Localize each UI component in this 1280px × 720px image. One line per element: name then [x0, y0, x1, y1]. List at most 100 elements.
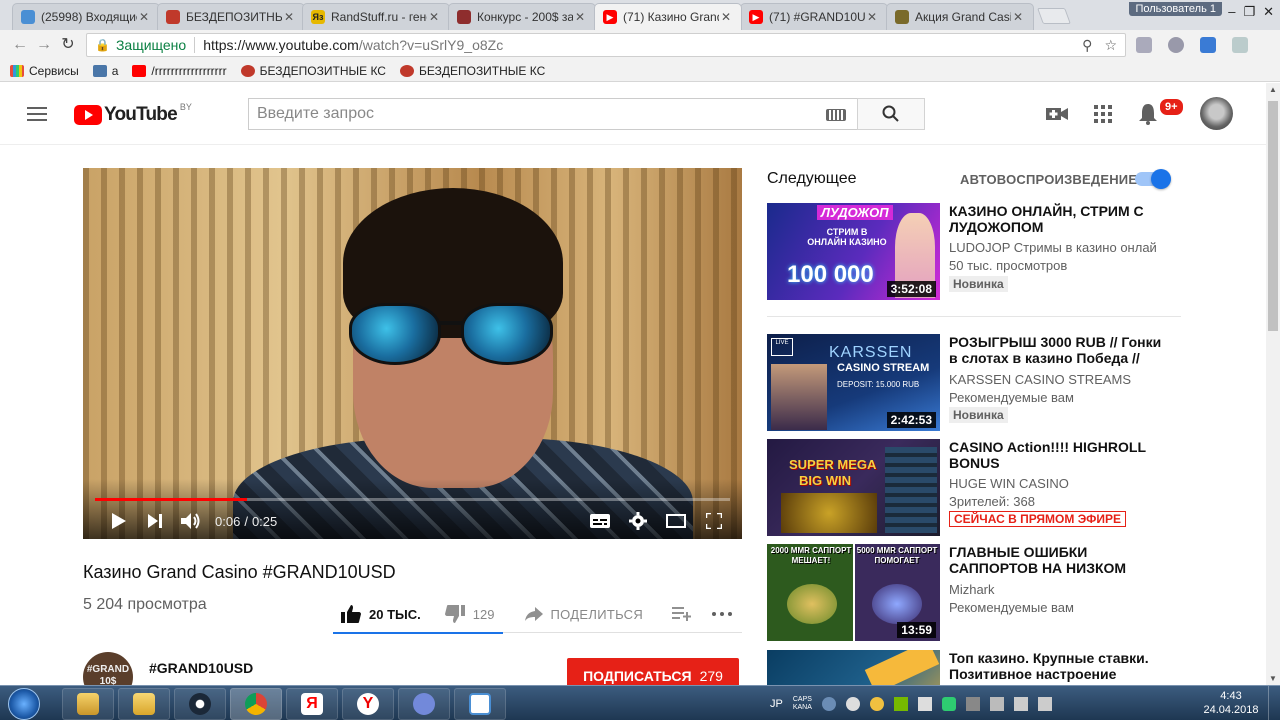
video-thumbnail[interactable]: 2000 MMR САППОРТ МЕШАЕТ! 5000 MMR САППОР…: [767, 544, 940, 641]
recommended-video[interactable]: ЛУДОЖОП СТРИМ В ОНЛАЙН КАЗИНО 100 000 3:…: [767, 203, 1187, 301]
video-title[interactable]: ГЛАВНЫЕ ОШИБКИ САППОРТОВ НА НИЗКОМ: [949, 544, 1164, 576]
address-bar[interactable]: 🔒 Защищено https://www.youtube.com /watc…: [86, 33, 1126, 57]
minimize-icon[interactable]: –: [1228, 4, 1235, 20]
video-title[interactable]: РОЗЫГРЫШ 3000 RUB // Гонки в слотах в ка…: [949, 334, 1164, 366]
language-indicator[interactable]: JP: [770, 698, 783, 710]
tray-icon[interactable]: [965, 696, 980, 711]
play-icon[interactable]: [101, 506, 137, 536]
bookmark-star-icon[interactable]: ☆: [1104, 37, 1117, 54]
new-tab-button[interactable]: [1037, 8, 1071, 24]
video-thumbnail[interactable]: [767, 650, 940, 685]
taskbar-app[interactable]: [62, 688, 114, 720]
maximize-icon[interactable]: ❐: [1243, 4, 1255, 20]
share-button[interactable]: ПОДЕЛИТЬСЯ: [524, 607, 673, 622]
help-icon[interactable]: [845, 696, 860, 711]
tray-icon[interactable]: [869, 696, 884, 711]
scroll-down-icon[interactable]: ▼: [1269, 674, 1277, 683]
video-thumbnail[interactable]: SUPER MEGA BIG WIN: [767, 439, 940, 536]
tray-icon[interactable]: [917, 696, 932, 711]
dislike-button[interactable]: 129: [444, 605, 525, 623]
channel-name[interactable]: KARSSEN CASINO STREAMS: [949, 372, 1159, 387]
extension-icon[interactable]: [1136, 37, 1152, 53]
channel-name[interactable]: Mizhark: [949, 582, 1159, 597]
video-thumbnail[interactable]: ЛУДОЖОП СТРИМ В ОНЛАЙН КАЗИНО 100 000 3:…: [767, 203, 940, 300]
close-tab-icon[interactable]: ✕: [427, 10, 441, 24]
video-title[interactable]: CASINO Action!!!! HIGHROLL BONUS: [949, 439, 1164, 471]
zoom-icon[interactable]: ⚲: [1082, 37, 1092, 54]
menu-icon[interactable]: [27, 107, 47, 121]
recommended-video[interactable]: Топ казино. Крупные ставки. Позитивное н…: [767, 650, 1187, 685]
autoplay-toggle[interactable]: [1135, 169, 1171, 189]
tray-icon[interactable]: [989, 696, 1004, 711]
taskbar-app[interactable]: Y: [342, 688, 394, 720]
tray-icon[interactable]: [941, 696, 956, 711]
bookmark-item[interactable]: /rrrrrrrrrrrrrrrrrr: [132, 64, 227, 78]
more-actions-icon[interactable]: [712, 612, 742, 616]
like-button[interactable]: 20 ТЫС.: [333, 605, 445, 623]
browser-tab[interactable]: ▶ (71) #GRAND10U ✕: [740, 3, 888, 30]
video-thumbnail[interactable]: LIVE KARSSEN CASINO STREAM DEPOSIT: 15.0…: [767, 334, 940, 431]
video-player[interactable]: 0:06/0:25: [83, 168, 742, 539]
progress-bar[interactable]: [95, 498, 730, 501]
start-button[interactable]: [8, 688, 40, 720]
channel-name[interactable]: #GRAND10USD: [149, 660, 253, 676]
close-tab-icon[interactable]: ✕: [282, 10, 296, 24]
forward-icon[interactable]: →: [34, 35, 54, 55]
show-desktop-button[interactable]: [1268, 686, 1280, 720]
nvidia-icon[interactable]: [893, 696, 908, 711]
browser-tab-active[interactable]: ▶ (71) Казино Grand ✕: [594, 3, 742, 30]
taskbar-app[interactable]: [454, 688, 506, 720]
shield-icon[interactable]: [1200, 37, 1216, 53]
channel-name[interactable]: LUDOJOP Стримы в казино онлай: [949, 240, 1159, 255]
page-scrollbar[interactable]: ▲ ▼: [1266, 83, 1280, 685]
browser-tab[interactable]: Акция Grand Casi ✕: [886, 3, 1034, 30]
video-title[interactable]: КАЗИНО ОНЛАЙН, СТРИМ С ЛУДОЖОПОМ: [949, 203, 1164, 235]
next-icon[interactable]: [137, 506, 173, 536]
close-tab-icon[interactable]: ✕: [865, 10, 879, 24]
user-avatar[interactable]: [1200, 97, 1233, 130]
bookmark-item[interactable]: a: [92, 64, 118, 78]
tray-icon[interactable]: [821, 696, 836, 711]
scroll-thumb[interactable]: [1268, 101, 1278, 331]
search-input[interactable]: [249, 105, 809, 123]
close-tab-icon[interactable]: ✕: [137, 10, 151, 24]
video-title[interactable]: Топ казино. Крупные ставки. Позитивное н…: [949, 650, 1164, 682]
recommended-video[interactable]: LIVE KARSSEN CASINO STREAM DEPOSIT: 15.0…: [767, 334, 1187, 432]
browser-tab[interactable]: БЕЗДЕПОЗИТНЫЕ ✕: [157, 3, 305, 30]
taskbar-app[interactable]: [118, 688, 170, 720]
recommended-video[interactable]: 2000 MMR САППОРТ МЕШАЕТ! 5000 MMR САППОР…: [767, 544, 1187, 642]
extension-shield-icon[interactable]: [1232, 37, 1248, 53]
recommended-video[interactable]: SUPER MEGA BIG WIN CASINO Action!!!! HIG…: [767, 439, 1187, 537]
channel-name[interactable]: HUGE WIN CASINO: [949, 476, 1159, 491]
browser-tab[interactable]: Конкурс - 200$ за ✕: [448, 3, 596, 30]
volume-icon[interactable]: [173, 506, 209, 536]
bookmark-item[interactable]: БЕЗДЕПОЗИТНЫЕ КС: [399, 64, 545, 78]
taskbar-app-active[interactable]: [230, 688, 282, 720]
taskbar-app[interactable]: [398, 688, 450, 720]
taskbar-app[interactable]: Я: [286, 688, 338, 720]
upload-video-icon[interactable]: [1046, 106, 1068, 122]
bookmark-item[interactable]: Сервисы: [10, 64, 79, 78]
ime-indicator[interactable]: CAPS KANA: [793, 696, 812, 712]
youtube-logo[interactable]: YouTube BY: [74, 102, 192, 126]
notifications-bell-icon[interactable]: [1138, 103, 1158, 125]
apps-grid-icon[interactable]: [1094, 105, 1112, 123]
network-icon[interactable]: [1013, 696, 1028, 711]
settings-gear-icon[interactable]: [620, 506, 656, 536]
bookmark-item[interactable]: БЕЗДЕПОЗИТНЫЕ КС: [240, 64, 386, 78]
fullscreen-icon[interactable]: [696, 506, 732, 536]
close-tab-icon[interactable]: ✕: [719, 10, 733, 24]
globe-icon[interactable]: [1168, 37, 1184, 53]
search-button[interactable]: [857, 98, 925, 130]
browser-tab[interactable]: Яз RandStuff.ru - гене ✕: [302, 3, 450, 30]
volume-tray-icon[interactable]: [1037, 696, 1052, 711]
keyboard-icon[interactable]: [826, 109, 846, 121]
back-icon[interactable]: ←: [10, 35, 30, 55]
close-tab-icon[interactable]: ✕: [1011, 10, 1025, 24]
subtitles-icon[interactable]: [582, 506, 618, 536]
reload-icon[interactable]: ↻: [58, 35, 78, 55]
profile-badge[interactable]: Пользователь 1: [1129, 2, 1222, 16]
close-tab-icon[interactable]: ✕: [573, 10, 587, 24]
taskbar-app[interactable]: [174, 688, 226, 720]
scroll-up-icon[interactable]: ▲: [1269, 85, 1277, 94]
